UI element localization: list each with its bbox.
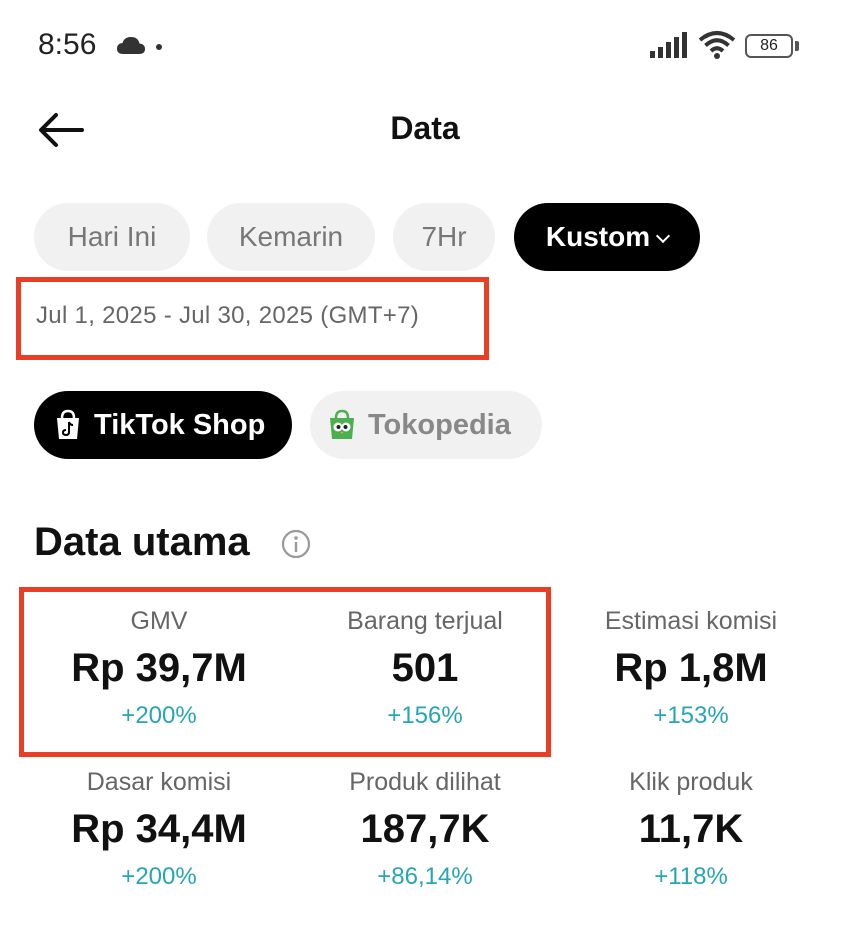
header: Data [0, 96, 850, 166]
chevron-down-icon [656, 228, 671, 244]
metric-change: +86,14% [377, 863, 473, 890]
status-bar: 8:56 86 [0, 0, 850, 96]
date-range: Jul 1, 2025 - Jul 30, 2025 (GMT+7) [36, 302, 420, 329]
chip-label: Kemarin [238, 221, 344, 252]
metric-label: Barang terjual [347, 607, 503, 635]
filter-chip-7days[interactable]: 7Hr [393, 203, 495, 271]
wifi-icon [698, 31, 736, 59]
battery-tip [795, 41, 799, 51]
arrow-left-icon [39, 113, 84, 147]
metric-product-clicks[interactable]: Klik produk 11,7K +118% [558, 767, 824, 891]
metric-label: Estimasi komisi [604, 607, 778, 635]
tiktok-shop-icon [57, 409, 79, 439]
metric-value: Rp 34,4M [71, 807, 247, 851]
filter-chip-today[interactable]: Hari Ini [34, 203, 190, 271]
signal-icon [650, 32, 687, 58]
metric-value: Rp 39,7M [71, 646, 247, 690]
metric-change: +153% [653, 702, 729, 729]
metric-value: 501 [391, 646, 459, 690]
tokopedia-icon [330, 409, 354, 439]
metric-change: +200% [121, 702, 197, 729]
page-title: Data [390, 110, 460, 146]
notification-dot-icon [156, 44, 162, 50]
metric-commission-base[interactable]: Dasar komisi Rp 34,4M +200% [26, 767, 292, 891]
metric-label: Produk dilihat [349, 768, 501, 796]
filter-chip-yesterday[interactable]: Kemarin [207, 203, 375, 271]
metric-change: +118% [654, 863, 728, 890]
filter-chip-custom[interactable]: Kustom [514, 203, 700, 271]
platform-label: Tokopedia [368, 409, 511, 441]
metric-value: Rp 1,8M [614, 646, 768, 690]
cloud-icon [117, 37, 145, 54]
metric-items-sold[interactable]: Barang terjual 501 +156% [292, 606, 558, 730]
battery-level: 86 [760, 37, 778, 54]
metric-label: Klik produk [629, 768, 753, 796]
info-icon[interactable] [281, 529, 311, 559]
metric-gmv[interactable]: GMV Rp 39,7M +200% [26, 606, 292, 730]
battery-icon: 86 [745, 34, 793, 58]
status-time: 8:56 [38, 28, 97, 61]
metric-label: Dasar komisi [86, 768, 232, 796]
chip-label: 7Hr [421, 221, 467, 252]
chip-label: Kustom [545, 221, 651, 252]
metric-product-views[interactable]: Produk dilihat 187,7K +86,14% [292, 767, 558, 891]
metric-value: 11,7K [638, 807, 744, 851]
metric-change: +200% [121, 863, 197, 890]
metric-value: 187,7K [360, 807, 490, 851]
chip-label: Hari Ini [67, 221, 157, 252]
back-button[interactable] [36, 110, 86, 150]
metric-label: GMV [130, 607, 188, 635]
platform-chip-tokopedia[interactable]: Tokopedia [310, 391, 542, 459]
platform-chip-tiktok-shop[interactable]: TikTok Shop [34, 391, 292, 459]
section-title: Data utama [34, 520, 250, 564]
metric-change: +156% [387, 702, 463, 729]
metric-estimated-commission[interactable]: Estimasi komisi Rp 1,8M +153% [558, 606, 824, 730]
platform-label: TikTok Shop [94, 409, 266, 441]
